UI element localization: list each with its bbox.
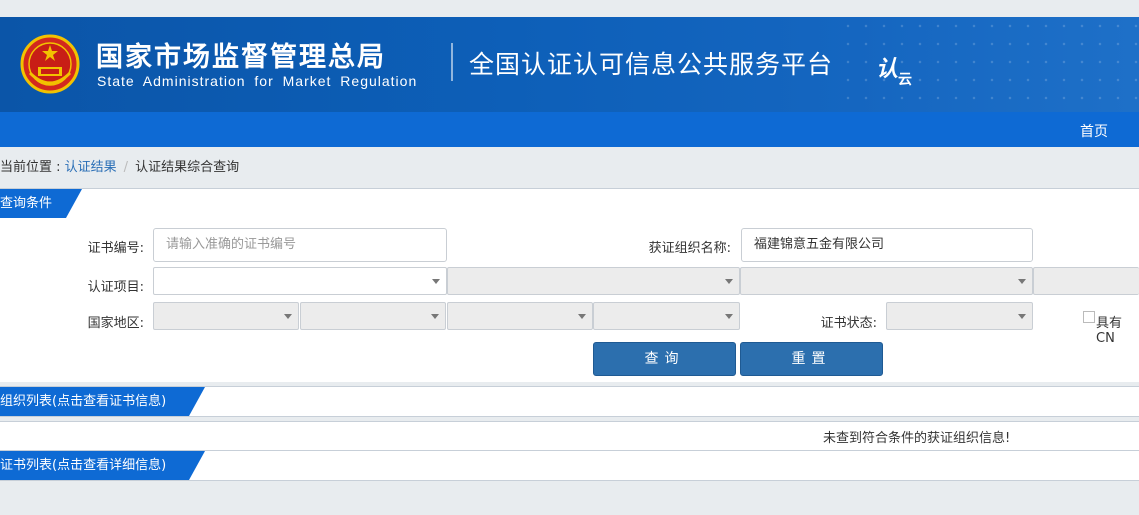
breadcrumb-separator: / xyxy=(123,160,129,175)
header-divider xyxy=(451,43,453,81)
status-select[interactable] xyxy=(886,302,1033,330)
query-panel-title: 查询条件 xyxy=(0,189,82,218)
breadcrumb-prefix: 当前位置 : xyxy=(0,160,61,175)
cert-no-label: 证书编号: xyxy=(87,241,144,256)
cnas-label: 具有CN xyxy=(1096,316,1123,346)
reset-button[interactable]: 重置 xyxy=(740,342,883,376)
cert-item-select-1[interactable] xyxy=(153,267,447,295)
top-strip xyxy=(0,0,1139,17)
agency-name-en: State Administration for Market Regulati… xyxy=(97,73,418,89)
cert-item-label: 认证项目: xyxy=(87,280,144,295)
region-select-3[interactable] xyxy=(447,302,593,330)
org-list-title: 组织列表(点击查看证书信息) xyxy=(0,387,205,416)
chevron-down-icon xyxy=(284,314,292,319)
platform-logo: 认云 xyxy=(876,51,912,88)
cnas-checkbox[interactable] xyxy=(1083,311,1095,323)
org-name-label: 获证组织名称: xyxy=(648,241,731,256)
cert-item-select-3[interactable] xyxy=(740,267,1033,295)
query-button[interactable]: 查询 xyxy=(593,342,736,376)
org-list-empty-message: 未查到符合条件的获证组织信息! xyxy=(823,431,1011,446)
breadcrumb: 当前位置 : 认证结果 / 认证结果综合查询 xyxy=(0,156,239,175)
status-label: 证书状态: xyxy=(820,316,877,331)
cert-list-header: 证书列表(点击查看详细信息) xyxy=(0,450,1139,481)
cert-item-select-2[interactable] xyxy=(447,267,740,295)
region-select-2[interactable] xyxy=(300,302,446,330)
chevron-down-icon xyxy=(725,279,733,284)
agency-name-cn: 国家市场监督管理总局 xyxy=(96,42,386,73)
region-label: 国家地区: xyxy=(87,316,144,331)
query-panel-header: 查询条件 xyxy=(0,188,1139,219)
org-list-header: 组织列表(点击查看证书信息) xyxy=(0,386,1139,417)
chevron-down-icon xyxy=(431,314,439,319)
nav-home-link[interactable]: 首页 xyxy=(1080,121,1108,141)
platform-title: 全国认证认可信息公共服务平台 xyxy=(469,50,834,79)
national-emblem-icon xyxy=(20,34,80,94)
chevron-down-icon xyxy=(432,279,440,284)
cert-item-select-4[interactable] xyxy=(1033,267,1139,295)
org-name-input[interactable]: 福建锦意五金有限公司 xyxy=(741,228,1033,262)
chevron-down-icon xyxy=(1018,279,1026,284)
cert-no-input[interactable]: 请输入准确的证书编号 xyxy=(153,228,447,262)
breadcrumb-current: 认证结果综合查询 xyxy=(135,160,240,175)
cert-list-title: 证书列表(点击查看详细信息) xyxy=(0,451,205,480)
breadcrumb-link-results[interactable]: 认证结果 xyxy=(65,160,117,175)
logo-sub-text: 云 xyxy=(898,72,913,88)
chevron-down-icon xyxy=(725,314,733,319)
nav-bar: 首页 xyxy=(0,112,1139,147)
header-banner: 国家市场监督管理总局 State Administration for Mark… xyxy=(0,17,1139,112)
chevron-down-icon xyxy=(1018,314,1026,319)
chevron-down-icon xyxy=(578,314,586,319)
region-select-1[interactable] xyxy=(153,302,299,330)
region-select-4[interactable] xyxy=(593,302,740,330)
logo-mark-text: 认 xyxy=(876,57,899,82)
